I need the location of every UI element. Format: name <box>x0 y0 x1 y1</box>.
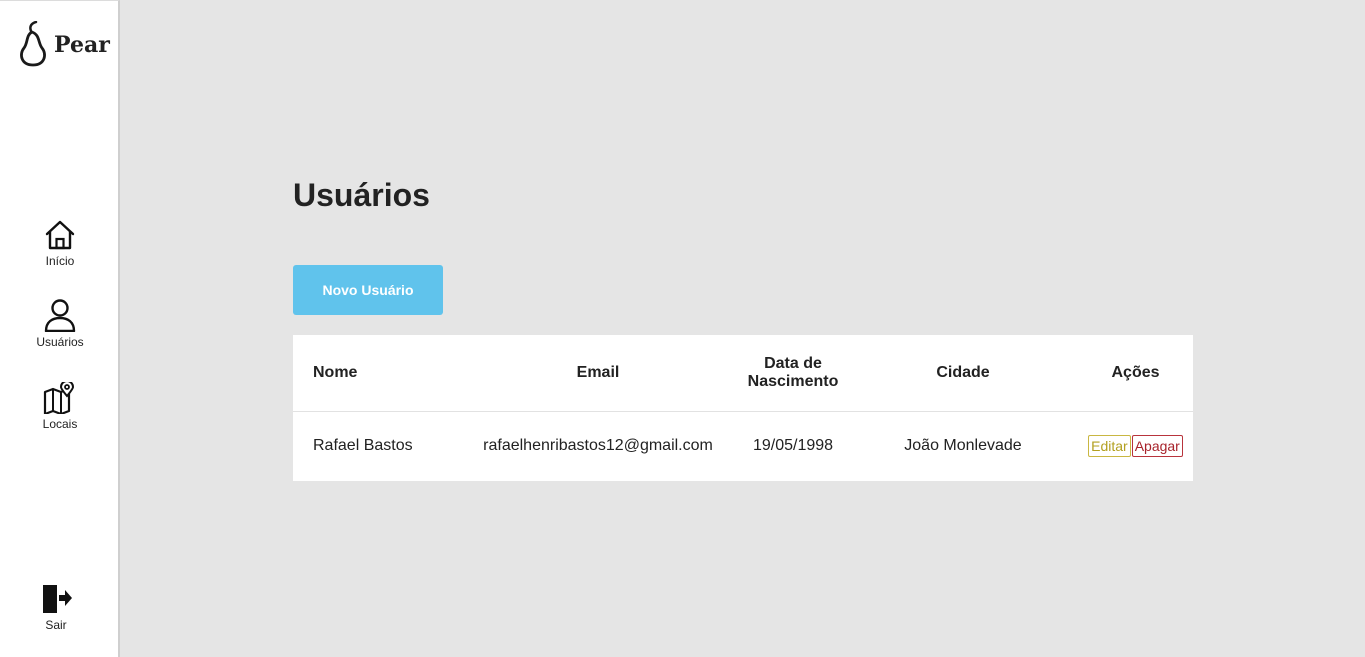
home-icon <box>45 220 75 250</box>
sidebar-item-label: Início <box>45 254 75 268</box>
logout-icon <box>43 585 72 613</box>
sidebar-item-locais[interactable]: Locais <box>0 382 120 431</box>
page-title: Usuários <box>293 177 430 213</box>
header-data-nascimento: Data de Nascimento <box>738 335 848 412</box>
table-header-row: Nome Email Data de Nascimento Cidade Açõ… <box>293 335 1193 412</box>
table-row: Rafael Bastos rafaelhenribastos12@gmail.… <box>293 411 1193 480</box>
cell-nome: Rafael Bastos <box>313 436 413 454</box>
sidebar-item-label: Locais <box>42 417 78 431</box>
user-icon <box>44 299 76 332</box>
pear-icon <box>20 21 46 67</box>
edit-button[interactable]: Editar <box>1088 434 1131 457</box>
logo[interactable]: Pear <box>18 21 110 67</box>
header-cidade: Cidade <box>848 335 1078 412</box>
brand-name: Pear <box>54 32 110 58</box>
header-nome: Nome <box>293 335 458 412</box>
sidebar-item-usuarios[interactable]: Usuários <box>0 298 120 349</box>
users-table: Nome Email Data de Nascimento Cidade Açõ… <box>293 335 1193 481</box>
cell-data-nascimento: 19/05/1998 <box>752 436 834 454</box>
sidebar-item-label: Usuários <box>36 335 84 349</box>
delete-button[interactable]: Apagar <box>1131 434 1183 457</box>
sidebar-item-inicio[interactable]: Início <box>0 219 120 268</box>
new-user-button[interactable]: Novo Usuário <box>293 265 443 315</box>
cell-acoes: Editar Apagar <box>1078 411 1193 480</box>
map-icon <box>43 382 75 414</box>
cell-cidade: João Monlevade <box>904 436 1022 454</box>
logout-label: Sair <box>45 618 67 632</box>
sidebar: Pear Início Usuários Locais Sair <box>0 0 120 657</box>
header-data-nascimento-text: Data de Nascimento <box>747 354 839 390</box>
logout-button[interactable]: Sair <box>0 583 116 632</box>
cell-email: rafaelhenribastos12@gmail.com <box>483 436 713 454</box>
header-acoes: Ações <box>1078 335 1193 412</box>
header-email: Email <box>458 335 738 412</box>
